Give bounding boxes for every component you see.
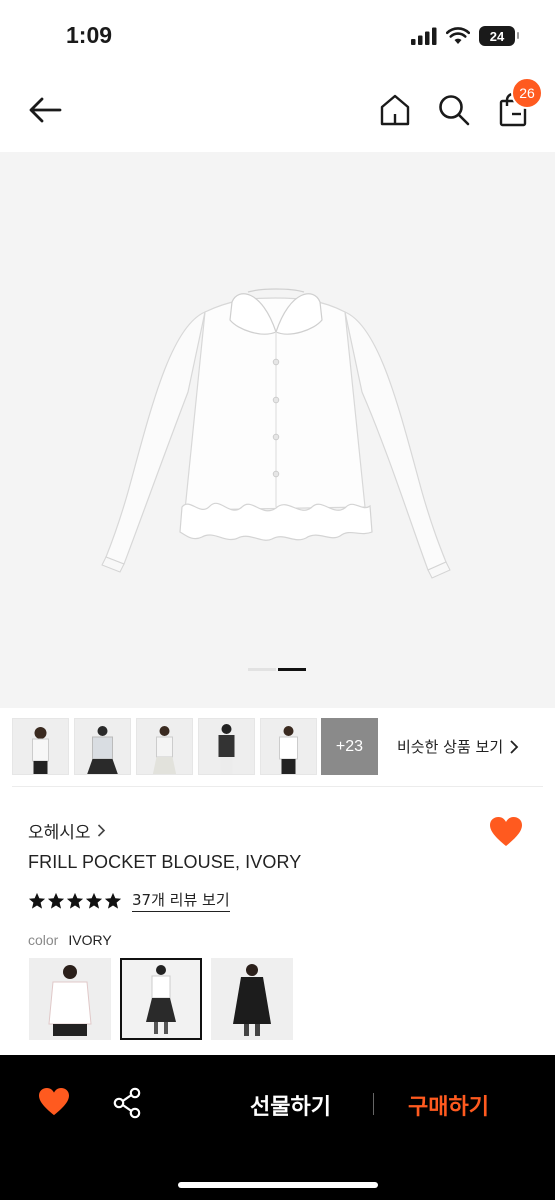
star-icon bbox=[47, 892, 65, 909]
color-label: color bbox=[28, 932, 59, 948]
product-title: FRILL POCKET BLOUSE, IVORY bbox=[28, 852, 302, 872]
thumbnail-4[interactable] bbox=[198, 718, 255, 775]
heart-icon[interactable] bbox=[489, 816, 523, 848]
color-swatch-3[interactable] bbox=[211, 958, 293, 1040]
thumbnail-5[interactable] bbox=[260, 718, 317, 775]
product-hero-image[interactable] bbox=[0, 152, 555, 708]
buy-button[interactable]: 구매하기 bbox=[408, 1089, 489, 1121]
image-pager bbox=[248, 668, 306, 671]
home-icon[interactable] bbox=[378, 92, 412, 128]
signal-icon bbox=[411, 27, 437, 45]
search-icon[interactable] bbox=[436, 92, 472, 128]
thumbnail-2[interactable] bbox=[74, 718, 131, 775]
star-icon bbox=[85, 892, 103, 909]
rating-stars bbox=[28, 892, 122, 910]
thumbnail-1[interactable] bbox=[12, 718, 69, 775]
color-swatch-2[interactable] bbox=[120, 958, 202, 1040]
heart-icon[interactable] bbox=[38, 1087, 70, 1117]
color-swatch-1[interactable] bbox=[29, 958, 111, 1040]
divider bbox=[12, 786, 543, 787]
star-icon bbox=[104, 892, 122, 909]
star-icon bbox=[28, 892, 46, 909]
home-indicator bbox=[178, 1182, 378, 1188]
similar-products-label: 비슷한 상품 보기 bbox=[397, 738, 504, 756]
rating-row: 37개 리뷰 보기 bbox=[28, 889, 230, 912]
thumbnail-strip: +23 비슷한 상품 보기 bbox=[0, 716, 555, 776]
arrow-left-icon[interactable] bbox=[26, 92, 66, 128]
share-icon[interactable] bbox=[112, 1087, 142, 1119]
chevron-right-icon bbox=[97, 824, 105, 837]
thumbnail-3[interactable] bbox=[136, 718, 193, 775]
chevron-right-icon bbox=[510, 739, 519, 754]
status-time: 1:09 bbox=[66, 22, 113, 48]
color-row: color IVORY bbox=[28, 932, 112, 948]
top-nav bbox=[0, 70, 555, 150]
color-value: IVORY bbox=[68, 932, 112, 948]
separator bbox=[373, 1093, 374, 1115]
similar-products-link[interactable]: 비슷한 상품 보기 bbox=[397, 736, 519, 757]
cart-count-badge: 26 bbox=[511, 77, 543, 109]
wifi-icon bbox=[446, 27, 470, 44]
review-link[interactable]: 37개 리뷰 보기 bbox=[132, 889, 230, 912]
star-icon bbox=[66, 892, 84, 909]
brand-link[interactable]: 오헤시오 bbox=[28, 818, 106, 843]
bottom-action-bar: 선물하기 구매하기 bbox=[0, 1055, 555, 1200]
product-detail-page: 1:09 24 26 +23 비슷한 상품 보기 오헤시오 FRILL POCK… bbox=[0, 0, 555, 1200]
gift-button[interactable]: 선물하기 bbox=[250, 1089, 331, 1121]
pager-dot[interactable] bbox=[248, 668, 276, 671]
more-images-button[interactable]: +23 bbox=[321, 718, 378, 775]
brand-name: 오헤시오 bbox=[28, 823, 91, 843]
status-icons: 24 bbox=[411, 26, 519, 46]
blouse-image bbox=[101, 288, 451, 579]
status-bar: 1:09 24 bbox=[0, 0, 555, 70]
battery-indicator: 24 bbox=[479, 26, 519, 46]
pager-dot-active[interactable] bbox=[278, 668, 306, 671]
